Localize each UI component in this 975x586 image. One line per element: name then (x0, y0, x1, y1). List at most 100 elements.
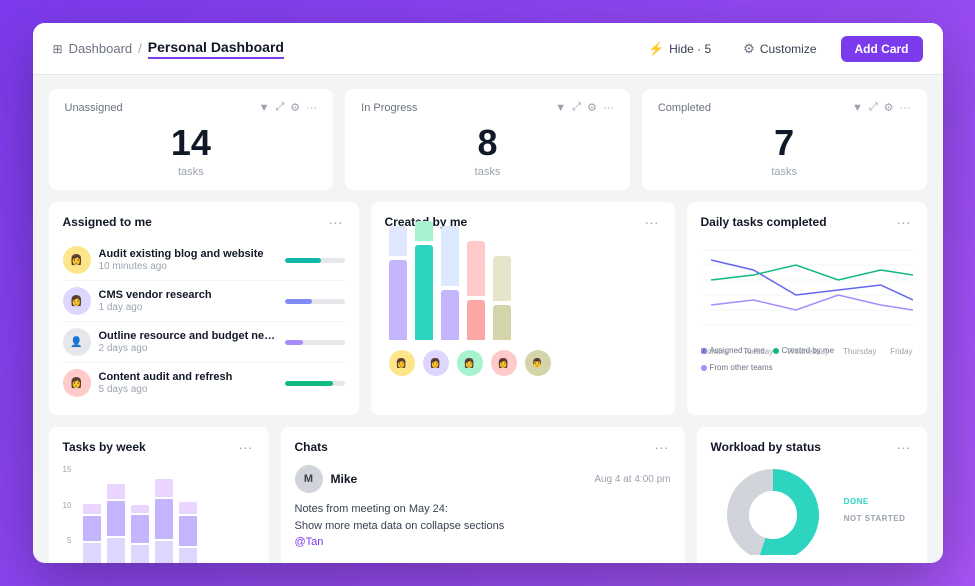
gear-icon: ⚙ (743, 41, 755, 57)
chats-more-button[interactable]: ··· (653, 439, 671, 455)
task-item-2[interactable]: 👩 CMS vendor research 1 day ago (63, 281, 345, 322)
assigned-more-button[interactable]: ··· (327, 214, 345, 230)
daily-title: Daily tasks completed (701, 215, 827, 229)
add-card-button[interactable]: Add Card (841, 36, 923, 62)
bar-2-seg1 (441, 290, 459, 340)
unassigned-subtitle: tasks (65, 166, 318, 178)
top-bar: ⊞ Dashboard / Personal Dashboard ⚡ Hide … (33, 23, 943, 75)
week-bar-1-top (107, 484, 125, 499)
donut-labels: DONE NOT STARTED (844, 497, 906, 523)
assigned-title: Assigned to me (63, 215, 152, 229)
breadcrumb-current: Personal Dashboard (148, 39, 284, 59)
task-time-3: 2 days ago (99, 343, 277, 354)
created-more-button[interactable]: ··· (643, 214, 661, 230)
x-label-thursday: Thursday (843, 347, 876, 356)
workload-card: Workload by status ··· DONE (697, 427, 927, 563)
task-progress-fill-1 (285, 258, 321, 263)
bar-3-seg2 (467, 241, 485, 296)
task-time-2: 1 day ago (99, 302, 277, 313)
tasks-week-more-button[interactable]: ··· (237, 439, 255, 455)
task-name-2: CMS vendor research (99, 289, 277, 301)
task-time-1: 10 minutes ago (99, 261, 277, 272)
workload-donut-area: DONE NOT STARTED (711, 465, 913, 555)
completed-stat-card: Completed ▼ ⤢ ⚙ ··· 7 tasks (642, 89, 927, 190)
bar-0-seg2 (389, 226, 407, 256)
bar-4-seg1 (493, 305, 511, 340)
hide-label: Hide · 5 (669, 42, 711, 56)
in-progress-stat-card: In Progress ▼ ⤢ ⚙ ··· 8 tasks (345, 89, 630, 190)
task-item-4[interactable]: 👩 Content audit and refresh 5 days ago (63, 363, 345, 403)
week-bar-2-bot (131, 545, 149, 563)
in-progress-count: 8 (361, 122, 614, 164)
week-bar-4-mid (179, 516, 197, 546)
task-progress-bar-3 (285, 340, 345, 345)
bar-group-3 (467, 241, 485, 340)
task-item-1[interactable]: 👩 Audit existing blog and website 10 min… (63, 240, 345, 281)
legend-other-teams: From other teams (701, 363, 773, 372)
settings-icon-inprogress[interactable]: ⚙ (587, 101, 597, 114)
bar-1-seg1 (415, 245, 433, 340)
done-label: DONE (844, 497, 906, 506)
week-bar-col-1 (107, 484, 125, 563)
expand-icon-completed[interactable]: ⤢ (869, 101, 878, 114)
created-avatar-2: 👩 (457, 350, 483, 376)
filter-icon-inprogress[interactable]: ▼ (555, 102, 566, 114)
week-bar-4-top (179, 502, 197, 514)
workload-more-button[interactable]: ··· (895, 439, 913, 455)
in-progress-label: In Progress (361, 102, 417, 114)
filter-icon-unassigned[interactable]: ▼ (259, 102, 270, 114)
expand-icon-inprogress[interactable]: ⤢ (572, 101, 581, 114)
unassigned-label: Unassigned (65, 102, 123, 114)
in-progress-subtitle: tasks (361, 166, 614, 178)
daily-more-button[interactable]: ··· (895, 214, 913, 230)
breadcrumb-root[interactable]: Dashboard (69, 41, 133, 56)
week-bar-0-bot (83, 543, 101, 563)
x-label-friday: Friday (890, 347, 912, 356)
week-bar-1-bot (107, 538, 125, 563)
week-bar-4-bot (179, 548, 197, 563)
bar-0-seg1 (389, 260, 407, 340)
task-avatar-1: 👩 (63, 246, 91, 274)
created-chart-bars (385, 240, 661, 340)
week-bar-col-2 (131, 505, 149, 563)
workload-title: Workload by status (711, 440, 821, 454)
stats-row: Unassigned ▼ ⤢ ⚙ ··· 14 tasks In Progres… (49, 89, 927, 190)
settings-icon-completed[interactable]: ⚙ (884, 101, 894, 114)
task-item-3[interactable]: 👤 Outline resource and budget needs 2 da… (63, 322, 345, 363)
donut-label-not-started: NOT STARTED (844, 514, 906, 523)
x-label-tuesday: Tuesday (743, 347, 773, 356)
legend-label-other: From other teams (710, 363, 773, 372)
filter-icon: ⚡ (648, 41, 664, 57)
task-time-4: 5 days ago (99, 384, 277, 395)
task-name-4: Content audit and refresh (99, 371, 277, 383)
more-icon-completed[interactable]: ··· (900, 102, 911, 114)
week-bar-3-top (155, 479, 173, 497)
x-label-wednesday: Wednesday (787, 347, 829, 356)
dashboard-small-icon: ⊞ (53, 42, 63, 56)
bar-4-seg2 (493, 256, 511, 301)
created-by-me-card: Created by me ··· (371, 202, 675, 415)
more-icon-unassigned[interactable]: ··· (306, 102, 317, 114)
bar-group-1 (415, 221, 433, 340)
filter-icon-completed[interactable]: ▼ (852, 102, 863, 114)
chat-message-line2: Show more meta data on collapse sections (295, 518, 671, 535)
created-avatar-4: 👨 (525, 350, 551, 376)
task-avatar-2: 👩 (63, 287, 91, 315)
more-icon-inprogress[interactable]: ··· (603, 102, 614, 114)
created-avatar-row: 👩 👩 👩 👩 👨 (385, 350, 661, 376)
bar-3-seg1 (467, 300, 485, 340)
settings-icon-unassigned[interactable]: ⚙ (290, 101, 300, 114)
week-bar-2-mid (131, 515, 149, 543)
chat-mention[interactable]: @Tan (295, 534, 671, 551)
expand-icon-unassigned[interactable]: ⤢ (275, 101, 284, 114)
task-info-1: Audit existing blog and website 10 minut… (99, 248, 277, 272)
bottom-row: Tasks by week ··· 15 10 5 (49, 427, 927, 563)
task-progress-bar-1 (285, 258, 345, 263)
breadcrumb-separator: / (138, 41, 142, 56)
completed-subtitle: tasks (658, 166, 911, 178)
hide-button[interactable]: ⚡ Hide · 5 (640, 37, 719, 61)
chats-card: Chats ··· M Mike Aug 4 at 4:00 pm Notes … (281, 427, 685, 563)
week-bar-2-top (131, 505, 149, 513)
customize-button[interactable]: ⚙ Customize (735, 37, 824, 61)
tasks-week-bars (83, 473, 197, 563)
